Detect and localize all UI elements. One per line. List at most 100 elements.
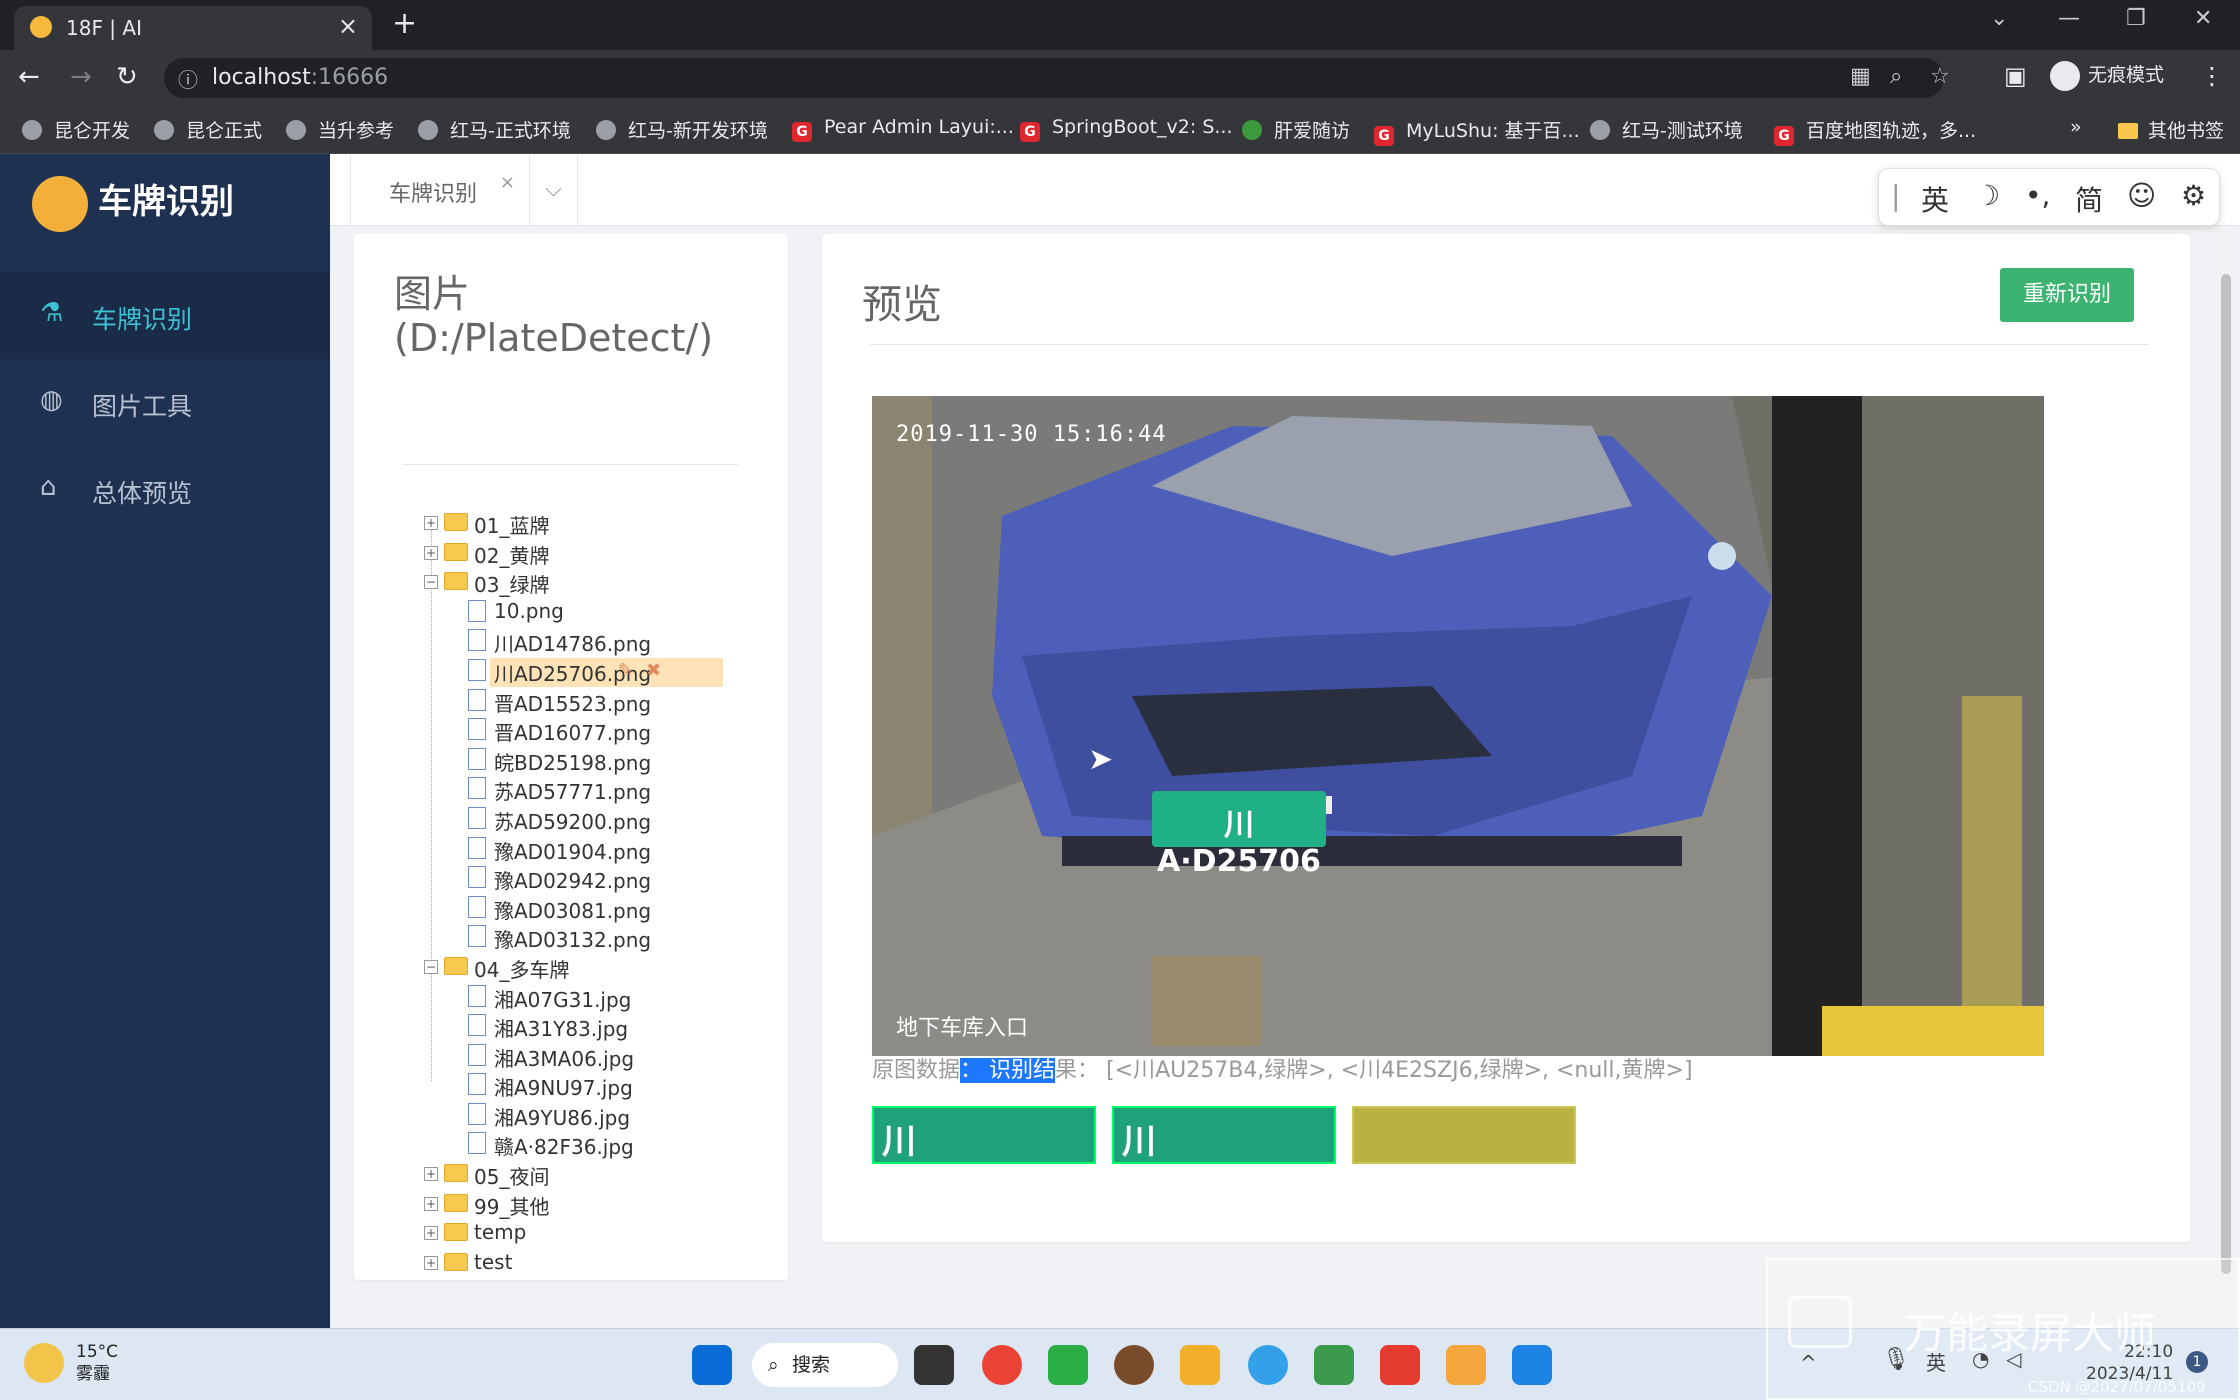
expand-icon[interactable]: + <box>424 545 438 560</box>
bookmark-item[interactable]: 红马-测试环境 <box>1590 116 1743 143</box>
reload-button[interactable]: ↻ <box>116 62 138 92</box>
ime-lang-button[interactable]: 英 <box>1921 179 1949 219</box>
plate-crop-image[interactable]: 川A·D25706 <box>1112 1106 1336 1164</box>
tree-file-node[interactable]: 豫AD03081.png <box>424 893 804 923</box>
tree-file-node[interactable]: 湘A9YU86.jpg <box>424 1100 804 1130</box>
sidebar-item-image-tools[interactable]: ◍ 图片工具 <box>0 359 330 446</box>
page-scrollbar[interactable] <box>2218 234 2234 1280</box>
tree-file-node[interactable]: 豫AD01904.png <box>424 834 804 864</box>
task-view-icon[interactable] <box>914 1345 954 1385</box>
bookmark-item[interactable]: G SpringBoot_v2: S... <box>1020 116 1233 142</box>
close-tab-icon[interactable]: × <box>338 12 358 40</box>
close-window-button[interactable]: ✕ <box>2194 6 2212 31</box>
back-button[interactable]: ← <box>18 62 40 92</box>
tree-folder-node[interactable]: +05_夜间 <box>424 1159 804 1189</box>
side-panel-icon[interactable]: ▣ <box>2004 62 2027 90</box>
browser-app-icon[interactable] <box>1248 1345 1288 1385</box>
bookmark-star-icon[interactable]: ☆ <box>1930 64 1950 89</box>
tree-folder-node[interactable]: +01_蓝牌 <box>424 508 804 538</box>
bookmark-item[interactable]: 肝爱随访 <box>1242 116 1350 143</box>
plate-crop-image[interactable]: 川A·D25706 <box>872 1106 1096 1164</box>
sidebar-item-overview[interactable]: ⌂ 总体预览 <box>0 446 330 533</box>
bookmark-item[interactable]: 昆仑开发 <box>22 116 130 143</box>
gear-icon[interactable]: ⚙ <box>2181 179 2206 212</box>
install-app-icon[interactable]: ▦ <box>1850 64 1871 89</box>
app-icon[interactable] <box>1114 1345 1154 1385</box>
close-icon[interactable]: × <box>500 172 515 193</box>
tab-dropdown-chevron-icon[interactable]: ⌵ <box>530 154 578 226</box>
tree-file-node[interactable]: 湘A07G31.jpg <box>424 982 804 1012</box>
site-info-icon[interactable]: ⓘ <box>178 64 198 93</box>
tree-folder-node[interactable]: + temp <box>424 1218 804 1248</box>
tree-folder-node[interactable]: +99_其他 <box>424 1189 804 1219</box>
plate-crop-image[interactable] <box>1352 1106 1576 1164</box>
other-bookmarks-folder[interactable]: 其他书签 <box>2118 116 2224 143</box>
wps-icon[interactable] <box>1380 1345 1420 1385</box>
tree-file-node[interactable]: 川AD14786.png <box>424 626 804 656</box>
start-icon[interactable] <box>692 1345 732 1385</box>
tree-folder-node[interactable]: − 03_绿牌 <box>424 567 804 597</box>
expand-icon[interactable]: + <box>424 1255 438 1270</box>
tree-folder-node[interactable]: − 04_多车牌 <box>424 952 804 982</box>
punctuation-icon[interactable]: •, <box>2025 179 2050 212</box>
tab-plate-recognition[interactable]: 车牌识别 × <box>350 154 530 226</box>
file-explorer-icon[interactable] <box>1180 1345 1220 1385</box>
expand-icon[interactable]: + <box>424 1226 438 1241</box>
screen-recorder-icon[interactable] <box>1512 1345 1552 1385</box>
bookmark-item[interactable]: 昆仑正式 <box>154 116 262 143</box>
new-tab-button[interactable]: + <box>392 6 417 41</box>
chart-app-icon[interactable] <box>1314 1345 1354 1385</box>
emoji-icon[interactable]: ☺ <box>2127 179 2156 212</box>
bookmark-item[interactable]: 当升参考 <box>286 116 394 143</box>
tree-file-node[interactable]: 晋AD16077.png <box>424 715 804 745</box>
ime-simplified-button[interactable]: 简 <box>2075 179 2103 219</box>
weather-widget[interactable]: 15°C 雾霾 <box>76 1341 118 1385</box>
tree-folder-node[interactable]: +02_黄牌 <box>424 538 804 568</box>
collapse-icon[interactable]: − <box>424 959 438 974</box>
zoom-icon[interactable]: ⌕ <box>1890 64 1902 89</box>
re-recognize-button[interactable]: 重新识别 <box>2000 268 2134 322</box>
tree-folder-node[interactable]: + test <box>424 1248 804 1278</box>
tree-file-node[interactable]: 川AD25706.png ✎ ✖ <box>424 656 804 687</box>
tree-file-node[interactable]: 苏AD59200.png <box>424 804 804 834</box>
menu-kebab-icon[interactable]: ⋮ <box>2200 62 2224 90</box>
taskbar-search[interactable]: ⌕ 搜索 <box>752 1343 898 1387</box>
tree-file-node[interactable]: 湘A9NU97.jpg <box>424 1070 804 1100</box>
address-bar[interactable]: ⓘ localhost:16666 ▦ ⌕ ☆ <box>164 58 1950 98</box>
tree-file-node[interactable]: 湘A31Y83.jpg <box>424 1011 804 1041</box>
bookmark-item[interactable]: 红马-新开发环境 <box>596 116 768 143</box>
tree-file-node[interactable]: 赣A·82F36.jpg <box>424 1129 804 1159</box>
expand-icon[interactable]: + <box>424 1167 438 1182</box>
browser-tab[interactable]: 18F | AI × <box>14 6 372 50</box>
mascot-app-icon[interactable] <box>1446 1345 1486 1385</box>
tab-search-icon[interactable]: ⌄ <box>1990 6 2008 31</box>
scrollbar-thumb[interactable] <box>2221 274 2231 1274</box>
tree-file-node[interactable]: 豫AD02942.png <box>424 863 804 893</box>
chrome-icon[interactable] <box>982 1345 1022 1385</box>
bookmark-item[interactable]: G 百度地图轨迹，多... <box>1774 116 1976 146</box>
sidebar-item-plate-recognition[interactable]: ⚗ 车牌识别 <box>0 272 330 359</box>
minimize-button[interactable]: — <box>2058 6 2080 31</box>
moon-icon[interactable]: ☽ <box>1975 179 2000 212</box>
tree-file-node[interactable]: 豫AD03132.png <box>424 922 804 952</box>
expand-icon[interactable]: + <box>424 516 438 530</box>
forward-button[interactable]: → <box>70 62 92 92</box>
edit-icon[interactable]: ✎ <box>618 660 633 681</box>
tree-file-node[interactable]: 皖BD25198.png <box>424 745 804 775</box>
expand-icon[interactable]: + <box>424 1196 438 1211</box>
collapse-icon[interactable]: − <box>424 575 438 590</box>
tree-file-node[interactable]: 湘A3MA06.jpg <box>424 1041 804 1071</box>
ime-handle-icon[interactable]: | <box>1891 179 1900 212</box>
delete-icon[interactable]: ✖ <box>646 660 661 681</box>
wechat-icon[interactable] <box>1048 1345 1088 1385</box>
restore-button[interactable]: ❐ <box>2126 6 2146 31</box>
file-tree-card: 图片 (D:/PlateDetect/) +01_蓝牌 +02_黄牌 − 03_绿牌 10… <box>354 234 788 1280</box>
bookmark-item[interactable]: G Pear Admin Layui:... <box>792 116 1014 142</box>
bookmarks-overflow-button[interactable]: » <box>2070 116 2082 138</box>
bookmark-item[interactable]: 红马-正式环境 <box>418 116 571 143</box>
tree-file-node[interactable]: 苏AD57771.png <box>424 774 804 804</box>
tree-file-node[interactable]: 晋AD15523.png <box>424 686 804 716</box>
incognito-indicator[interactable]: 无痕模式 <box>2050 60 2210 96</box>
bookmark-item[interactable]: G MyLuShu: 基于百... <box>1374 116 1580 146</box>
tree-file-node[interactable]: 10.png <box>424 597 804 627</box>
